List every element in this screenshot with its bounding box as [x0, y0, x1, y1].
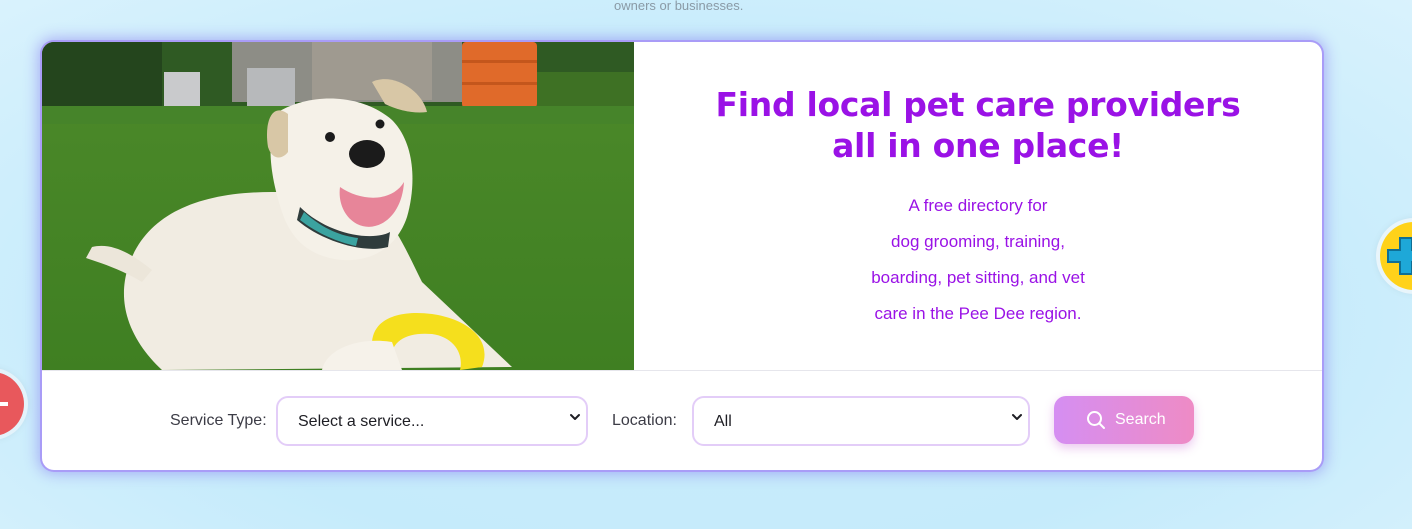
hero-text-panel: Find local pet care providers all in one… — [634, 42, 1322, 370]
hero-description-line: dog grooming, training, — [891, 232, 1065, 251]
hero-headline-line-2: all in one place! — [832, 126, 1124, 165]
hero-headline: Find local pet care providers all in one… — [698, 84, 1258, 166]
chevron-down-icon — [1012, 414, 1022, 420]
service-type-label: Service Type: — [170, 412, 267, 429]
zoom-out-floating-button[interactable] — [0, 372, 24, 436]
hero-dog-image — [42, 42, 634, 370]
top-note-text: owners or businesses. — [614, 0, 744, 13]
search-button[interactable]: Search — [1054, 396, 1194, 444]
search-bar: Service Type: Select a service... Locati… — [42, 371, 1322, 470]
zoom-in-floating-button[interactable] — [1380, 222, 1412, 290]
hero-section: Find local pet care providers all in one… — [42, 42, 1322, 370]
minus-icon — [0, 402, 8, 406]
hero-description-line: boarding, pet sitting, and vet — [871, 268, 1085, 287]
hero-description: A free directory for dog grooming, train… — [634, 188, 1322, 332]
plus-icon — [1387, 237, 1412, 275]
service-type-select[interactable]: Select a service... — [276, 396, 588, 446]
hero-description-line: care in the Pee Dee region. — [874, 304, 1082, 323]
hero-card: Find local pet care providers all in one… — [42, 42, 1322, 470]
location-label: Location: — [612, 412, 677, 429]
service-type-value: Select a service... — [298, 413, 425, 430]
search-icon — [1087, 411, 1105, 429]
search-button-label: Search — [1115, 411, 1166, 428]
hero-description-line: A free directory for — [908, 196, 1048, 215]
chevron-down-icon — [570, 414, 580, 420]
location-value: All — [714, 413, 732, 430]
location-select[interactable]: All — [692, 396, 1030, 446]
hero-headline-line-1: Find local pet care providers — [715, 85, 1241, 124]
